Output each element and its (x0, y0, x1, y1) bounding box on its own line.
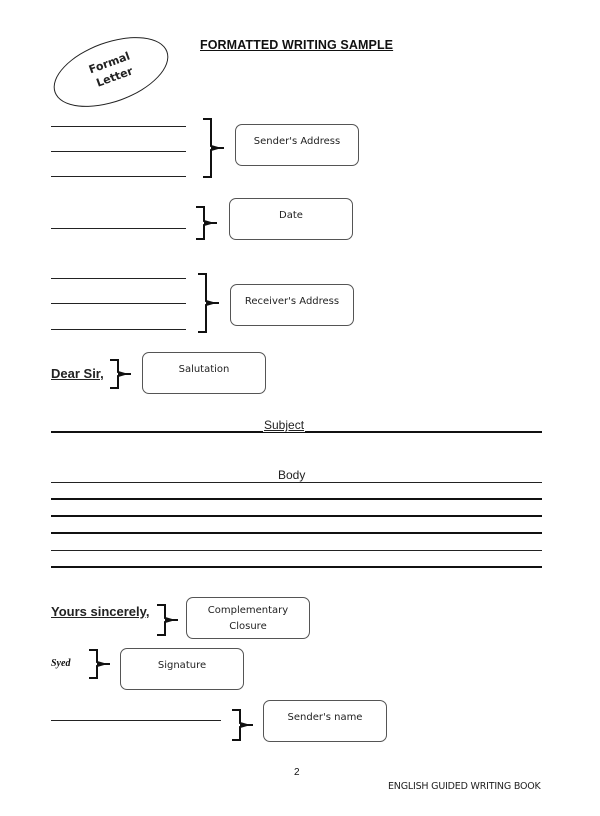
receivers-address-line-3[interactable] (51, 329, 186, 330)
salutation-text: Dear Sir, (51, 366, 104, 381)
subject-label: Subject (263, 418, 306, 432)
salutation-box: Salutation (142, 352, 266, 394)
page-number: 2 (294, 767, 300, 778)
body-line-6[interactable] (51, 566, 542, 568)
closure-box: Complementary Closure (186, 597, 310, 639)
body-line-4[interactable] (51, 532, 542, 534)
senders-address-line-1[interactable] (51, 126, 186, 127)
body-line-2[interactable] (51, 498, 542, 500)
signature-text: Syed (51, 658, 71, 669)
senders-name-line[interactable] (51, 720, 221, 721)
brace-icon (203, 118, 224, 178)
body-label: Body (277, 468, 307, 482)
brace-icon (89, 649, 110, 679)
signature-box: Signature (120, 648, 244, 690)
closure-box-line-2: Closure (229, 621, 267, 632)
senders-address-line-2[interactable] (51, 151, 186, 152)
closure-text: Yours sincerely, (51, 604, 150, 619)
body-line-3[interactable] (51, 515, 542, 517)
body-line-5[interactable] (51, 550, 542, 551)
closure-box-line-1: Complementary (207, 605, 289, 616)
brace-icon (157, 604, 178, 636)
brace-icon (196, 206, 217, 240)
body-line-1[interactable] (51, 482, 542, 483)
receivers-address-line-1[interactable] (51, 278, 186, 279)
receivers-address-box: Receiver's Address (230, 284, 354, 326)
brace-icon (110, 359, 131, 389)
senders-address-box: Sender's Address (235, 124, 359, 166)
date-line[interactable] (51, 228, 186, 229)
brace-icon (232, 709, 253, 741)
senders-address-line-3[interactable] (51, 176, 186, 177)
senders-name-box: Sender's name (263, 700, 387, 742)
receivers-address-line-2[interactable] (51, 303, 186, 304)
book-title: ENGLISH GUIDED WRITING BOOK (388, 781, 541, 792)
date-box: Date (229, 198, 353, 240)
brace-icon (198, 273, 219, 333)
page-title: FORMATTED WRITING SAMPLE (200, 38, 394, 52)
